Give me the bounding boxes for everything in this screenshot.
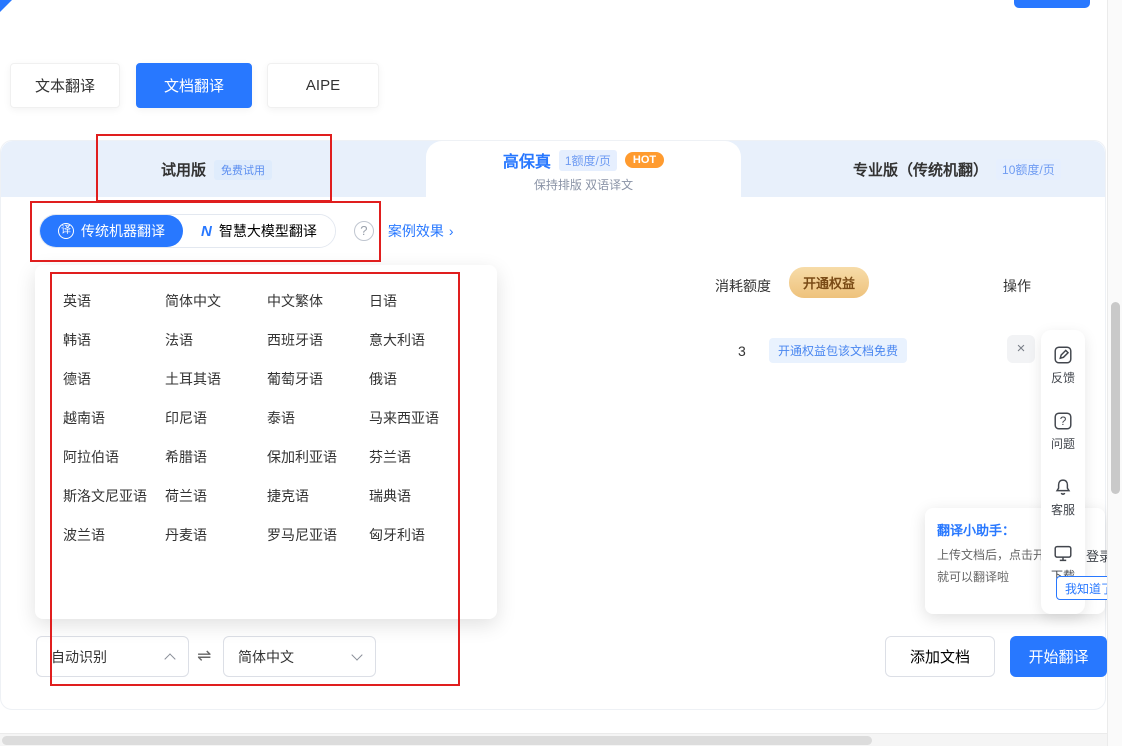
header-actions-label: 操作 xyxy=(1003,276,1031,296)
language-option[interactable]: 土耳其语 xyxy=(165,369,267,408)
start-translation-button[interactable]: 开始翻译 xyxy=(1010,636,1107,677)
monitor-icon xyxy=(1052,542,1074,564)
horizontal-scrollbar xyxy=(0,733,1107,746)
language-option[interactable]: 瑞典语 xyxy=(369,486,471,525)
toolbar-item-label: 问题 xyxy=(1051,435,1075,452)
engine-traditional-label: 传统机器翻译 xyxy=(81,221,165,241)
plan-tab-professional[interactable]: 专业版（传统机翻） 10额度/页 xyxy=(853,159,1061,180)
language-option[interactable]: 阿拉伯语 xyxy=(63,447,165,486)
language-option[interactable]: 越南语 xyxy=(63,408,165,447)
ai-model-icon: N xyxy=(201,223,212,240)
help-icon[interactable]: ? xyxy=(354,221,374,241)
engine-toggle-smart[interactable]: N 智慧大模型翻译 xyxy=(183,215,335,247)
language-option[interactable]: 简体中文 xyxy=(165,291,267,330)
language-option[interactable]: 西班牙语 xyxy=(267,330,369,369)
swap-languages-icon[interactable]: ⇌ xyxy=(197,646,211,666)
language-option[interactable]: 中文繁体 xyxy=(267,291,369,330)
source-language-select[interactable]: 自动识别 xyxy=(36,636,189,677)
engine-segmented-control: 译 传统机器翻译 N 智慧大模型翻译 xyxy=(39,214,336,248)
page-root: 文本翻译 文档翻译 AIPE 试用版 免费试用 高保真 1额度/页 HOT 保持… xyxy=(0,0,1122,746)
language-option[interactable]: 法语 xyxy=(165,330,267,369)
back-arrow-glyph-partial xyxy=(0,0,12,12)
language-option[interactable]: 芬兰语 xyxy=(369,447,471,486)
language-option[interactable]: 斯洛文尼亚语 xyxy=(63,486,165,525)
close-button[interactable]: × xyxy=(1007,335,1035,363)
language-option[interactable]: 波兰语 xyxy=(63,525,165,564)
language-option[interactable]: 希腊语 xyxy=(165,447,267,486)
target-language-select[interactable]: 简体中文 xyxy=(223,636,376,677)
chevron-right-icon: › xyxy=(449,223,454,239)
high-fidelity-title: 高保真 xyxy=(503,148,551,172)
source-language-value: 自动识别 xyxy=(51,647,107,667)
credits-value: 3 xyxy=(738,343,746,359)
tab-document-translation[interactable]: 文档翻译 xyxy=(136,63,252,108)
engine-smart-label: 智慧大模型翻译 xyxy=(219,221,317,241)
case-effect-link[interactable]: 案例效果 › xyxy=(388,221,454,241)
toolbar-item-question[interactable]: ? 问题 xyxy=(1051,410,1075,452)
toolbar-item-label: 客服 xyxy=(1051,501,1075,518)
language-option[interactable]: 日语 xyxy=(369,291,471,330)
engine-toggle-traditional[interactable]: 译 传统机器翻译 xyxy=(40,215,183,247)
translate-icon: 译 xyxy=(58,223,74,239)
language-option[interactable]: 俄语 xyxy=(369,369,471,408)
language-option[interactable]: 意大利语 xyxy=(369,330,471,369)
plan-tab-trial[interactable]: 试用版 免费试用 xyxy=(161,159,272,180)
hot-badge: HOT xyxy=(625,152,664,168)
vertical-scrollbar xyxy=(1107,0,1122,746)
language-option[interactable]: 德语 xyxy=(63,369,165,408)
benefit-note-badge: 开通权益包该文档免费 xyxy=(769,338,907,363)
chevron-down-icon xyxy=(351,649,362,660)
language-dropdown-panel: 自动识别 英语 简体中文 中文繁体 日语 韩语 法语 西班牙语 意大利语 德语 … xyxy=(35,265,497,619)
trial-title: 试用版 xyxy=(161,159,206,180)
language-option[interactable]: 匈牙利语 xyxy=(369,525,471,564)
language-option[interactable]: 印尼语 xyxy=(165,408,267,447)
case-effect-label: 案例效果 xyxy=(388,221,444,241)
language-option[interactable]: 荷兰语 xyxy=(165,486,267,525)
language-option[interactable]: 罗马尼亚语 xyxy=(267,525,369,564)
toolbar-item-feedback[interactable]: 反馈 xyxy=(1051,344,1075,386)
engine-toggle-row: 译 传统机器翻译 N 智慧大模型翻译 ? 案例效果 › xyxy=(39,214,454,248)
side-toolbar: 反馈 ? 问题 客服 xyxy=(1041,330,1085,614)
plan-tab-high-fidelity[interactable]: 高保真 1额度/页 HOT 保持排版 双语译文 xyxy=(426,141,741,197)
header-credits-label: 消耗额度 xyxy=(715,276,771,296)
free-trial-badge: 免费试用 xyxy=(214,160,272,180)
open-benefit-button[interactable]: 开通权益 xyxy=(789,267,869,298)
toolbar-item-service[interactable]: 客服 xyxy=(1051,476,1075,518)
svg-text:?: ? xyxy=(1060,414,1067,428)
toolbar-item-label: 反馈 xyxy=(1051,369,1075,386)
language-option[interactable]: 保加利亚语 xyxy=(267,447,369,486)
tab-aipe[interactable]: AIPE xyxy=(267,63,379,108)
language-option[interactable]: 捷克语 xyxy=(267,486,369,525)
language-grid: 自动识别 英语 简体中文 中文繁体 日语 韩语 法语 西班牙语 意大利语 德语 … xyxy=(63,291,497,564)
language-option[interactable]: 泰语 xyxy=(267,408,369,447)
add-document-button[interactable]: 添加文档 xyxy=(885,636,995,677)
horizontal-scrollbar-thumb[interactable] xyxy=(2,736,872,745)
high-fidelity-subtitle: 保持排版 双语译文 xyxy=(426,176,741,193)
professional-title: 专业版（传统机翻） xyxy=(853,159,988,180)
tab-text-translation[interactable]: 文本翻译 xyxy=(10,63,120,108)
bell-icon xyxy=(1052,476,1074,498)
language-option[interactable]: 马来西亚语 xyxy=(369,408,471,447)
target-language-value: 简体中文 xyxy=(238,647,294,667)
high-fidelity-quota-badge: 1额度/页 xyxy=(559,150,617,171)
language-option[interactable]: 英语 xyxy=(63,291,165,330)
edit-icon xyxy=(1052,344,1074,366)
question-icon: ? xyxy=(1052,410,1074,432)
top-right-button-partial[interactable] xyxy=(1014,0,1090,8)
language-option[interactable]: 韩语 xyxy=(63,330,165,369)
language-option[interactable]: 葡萄牙语 xyxy=(267,369,369,408)
language-option[interactable]: 丹麦语 xyxy=(165,525,267,564)
vertical-scrollbar-thumb[interactable] xyxy=(1111,302,1120,494)
chevron-up-icon xyxy=(164,653,175,664)
professional-quota-badge: 10额度/页 xyxy=(996,159,1061,180)
